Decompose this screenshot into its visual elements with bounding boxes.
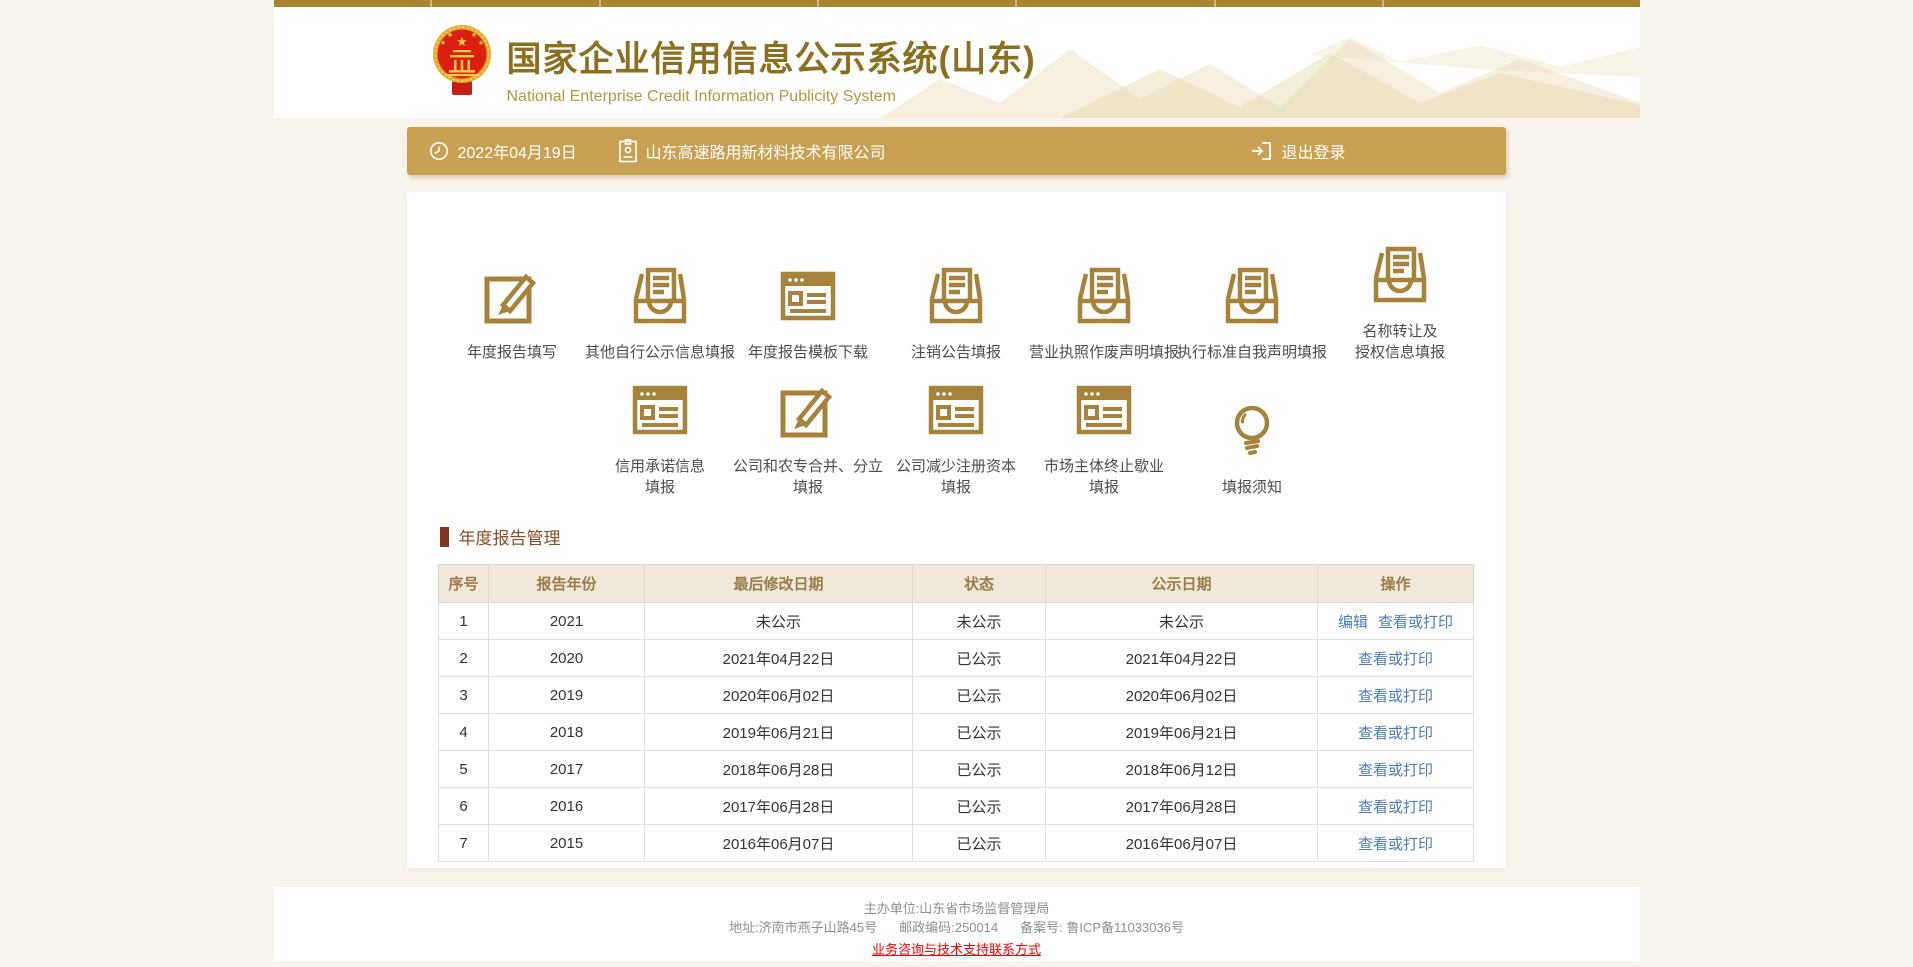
shortcut-label: 填报 [1044, 477, 1164, 498]
footer-organizer: 主办单位:山东省市场监督管理局 [274, 899, 1640, 918]
site-title: 国家企业信用信息公示系统(山东) [507, 31, 1036, 82]
lightbulb-icon [1219, 398, 1285, 464]
current-date-label: 2022年04月19日 [458, 139, 577, 163]
section-title: 年度报告管理 [459, 524, 561, 549]
page-footer: 主办单位:山东省市场监督管理局 地址:济南市燕子山路45号 邮政编码:250014… [274, 887, 1640, 961]
col-header-status: 状态 [913, 565, 1046, 603]
shortcut-filling-instructions[interactable]: 填报须知 [1178, 398, 1326, 498]
browser-icon [923, 377, 989, 443]
annual-report-table: 序号 报告年份 最后修改日期 状态 公示日期 操作 1 2021 未公示 未公示… [438, 564, 1474, 862]
shortcut-label: 年度报告填写 [467, 342, 557, 363]
shortcut-label: 填报 [896, 477, 1016, 498]
shortcut-template-download[interactable]: 年度报告模板下载 [734, 263, 882, 363]
shortcut-capital-reduction[interactable]: 公司减少注册资本 填报 [882, 377, 1030, 498]
svg-text:★: ★ [456, 34, 468, 49]
table-header-row: 序号 报告年份 最后修改日期 状态 公示日期 操作 [439, 565, 1474, 603]
shortcut-annual-report-fill[interactable]: 年度报告填写 [438, 263, 586, 363]
company-name-label: 山东高速路用新材料技术有限公司 [646, 139, 886, 163]
svg-text:★: ★ [470, 31, 476, 39]
svg-text:★: ★ [446, 31, 452, 39]
svg-text:★: ★ [477, 39, 483, 47]
table-row: 7 2015 2016年06月07日 已公示 2016年06月07日 查看或打印 [439, 825, 1474, 862]
inbox-doc-icon [923, 263, 989, 329]
shortcut-business-suspension[interactable]: 市场主体终止歇业 填报 [1030, 377, 1178, 498]
col-header-year: 报告年份 [489, 565, 645, 603]
footer-icp: 备案号: 鲁ICP备11033036号 [1020, 920, 1184, 935]
table-row: 3 2019 2020年06月02日 已公示 2020年06月02日 查看或打印 [439, 677, 1474, 714]
footer-address: 地址:济南市燕子山路45号 [729, 920, 877, 935]
shortcut-other-self-publicity[interactable]: 其他自行公示信息填报 [586, 263, 734, 363]
logout-button[interactable]: 退出登录 [1249, 127, 1346, 175]
current-date: 2022年04月19日 [429, 127, 577, 175]
col-header-modified: 最后修改日期 [645, 565, 913, 603]
table-row: 4 2018 2019年06月21日 已公示 2019年06月21日 查看或打印 [439, 714, 1474, 751]
col-header-actions: 操作 [1318, 565, 1474, 603]
shortcut-credit-commitment[interactable]: 信用承诺信息 填报 [586, 377, 734, 498]
footer-contact-line: 地址:济南市燕子山路45号 邮政编码:250014 备案号: 鲁ICP备110330… [274, 918, 1640, 937]
browser-icon [1071, 377, 1137, 443]
view-print-link[interactable]: 查看或打印 [1358, 799, 1433, 816]
logged-in-company: 山东高速路用新材料技术有限公司 [619, 127, 886, 175]
section-marker [440, 527, 449, 547]
shortcut-label: 公司和农专合并、分立 [733, 456, 883, 477]
edit-link[interactable]: 编辑 [1338, 614, 1368, 631]
support-contact-link[interactable]: 业务咨询与技术支持联系方式 [872, 939, 1041, 958]
shortcut-label: 填报须知 [1222, 477, 1282, 498]
browser-icon [775, 263, 841, 329]
shortcut-label: 名称转让及 [1355, 321, 1445, 342]
main-content-card: 年度报告填写 其他自行公示信息填报 年度报告模板下载 注销公告填报 营业执照作废… [407, 192, 1506, 868]
col-header-published: 公示日期 [1046, 565, 1318, 603]
table-row: 1 2021 未公示 未公示 未公示 编辑查看或打印 [439, 603, 1474, 640]
pencil-square-icon [775, 377, 841, 443]
user-toolbar: 2022年04月19日 山东高速路用新材料技术有限公司 退出登录 [407, 127, 1506, 175]
shortcut-merger-division[interactable]: 公司和农专合并、分立 填报 [734, 377, 882, 498]
view-print-link[interactable]: 查看或打印 [1358, 836, 1433, 853]
shortcut-label: 信用承诺信息 [615, 456, 705, 477]
shortcut-label: 注销公告填报 [911, 342, 1001, 363]
inbox-doc-icon [1219, 263, 1285, 329]
table-row: 6 2016 2017年06月28日 已公示 2017年06月28日 查看或打印 [439, 788, 1474, 825]
col-header-no: 序号 [439, 565, 489, 603]
shortcut-license-void-declaration[interactable]: 营业执照作废声明填报 [1030, 263, 1178, 363]
svg-text:★: ★ [439, 39, 445, 47]
shortcut-label: 执行标准自我声明填报 [1177, 342, 1327, 363]
inbox-doc-icon [627, 263, 693, 329]
site-header: ★ ★ ★ ★ ★ 国家企业信用信息公示系统(山东) National Ente… [274, 7, 1640, 118]
site-subtitle: National Enterprise Credit Information P… [507, 88, 1036, 106]
browser-icon [627, 377, 693, 443]
inbox-doc-icon [1367, 242, 1433, 308]
shortcut-name-transfer-authorization[interactable]: 名称转让及 授权信息填报 [1326, 242, 1474, 363]
shortcut-row-2: 信用承诺信息 填报 公司和农专合并、分立 填报 公司减少注册资本 填报 [407, 377, 1506, 498]
shortcut-label: 填报 [615, 477, 705, 498]
view-print-link[interactable]: 查看或打印 [1358, 725, 1433, 742]
footer-postcode: 邮政编码:250014 [899, 920, 998, 935]
national-emblem-logo: ★ ★ ★ ★ ★ [432, 23, 492, 99]
shortcut-label: 授权信息填报 [1355, 342, 1445, 363]
shortcut-label: 年度报告模板下载 [748, 342, 868, 363]
shortcut-label: 市场主体终止歇业 [1044, 456, 1164, 477]
badge-icon [619, 139, 637, 163]
shortcut-row-1: 年度报告填写 其他自行公示信息填报 年度报告模板下载 注销公告填报 营业执照作废… [407, 192, 1506, 363]
shortcut-label: 填报 [733, 477, 883, 498]
table-row: 5 2017 2018年06月28日 已公示 2018年06月12日 查看或打印 [439, 751, 1474, 788]
view-print-link[interactable]: 查看或打印 [1378, 614, 1453, 631]
shortcut-label: 其他自行公示信息填报 [585, 342, 735, 363]
top-nav-bar [274, 0, 1640, 7]
view-print-link[interactable]: 查看或打印 [1358, 762, 1433, 779]
table-row: 2 2020 2021年04月22日 已公示 2021年04月22日 查看或打印 [439, 640, 1474, 677]
shortcut-deregistration-notice[interactable]: 注销公告填报 [882, 263, 1030, 363]
inbox-doc-icon [1071, 263, 1137, 329]
logout-icon [1249, 139, 1273, 163]
view-print-link[interactable]: 查看或打印 [1358, 688, 1433, 705]
shortcut-label: 营业执照作废声明填报 [1029, 342, 1179, 363]
shortcut-standard-self-declaration[interactable]: 执行标准自我声明填报 [1178, 263, 1326, 363]
shortcut-label: 公司减少注册资本 [896, 456, 1016, 477]
clock-icon [429, 141, 449, 161]
section-header: 年度报告管理 [440, 524, 1506, 549]
logout-label: 退出登录 [1282, 139, 1346, 163]
page: ★ ★ ★ ★ ★ 国家企业信用信息公示系统(山东) National Ente… [274, 0, 1640, 961]
view-print-link[interactable]: 查看或打印 [1358, 651, 1433, 668]
pencil-square-icon [479, 263, 545, 329]
